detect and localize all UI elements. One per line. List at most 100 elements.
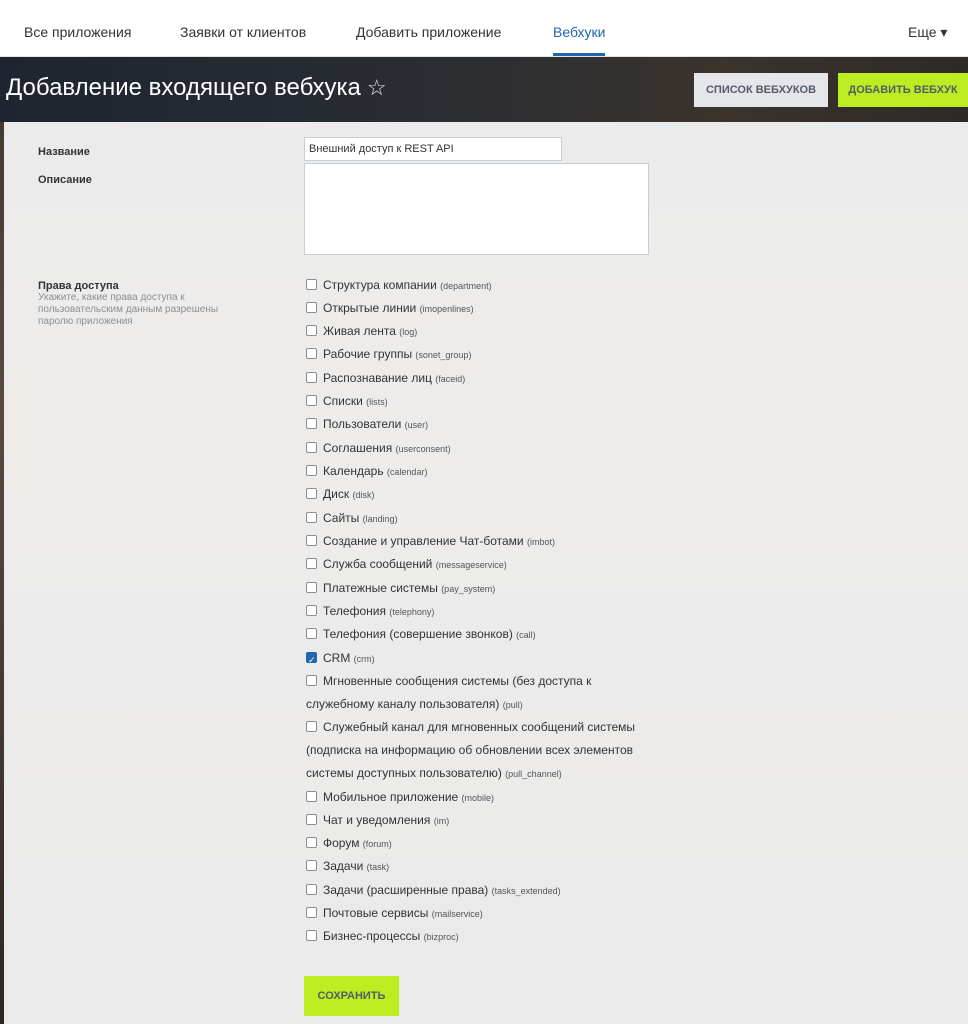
permission-label: Задачи bbox=[323, 859, 364, 873]
permission-item[interactable]: Служба сообщений (messageservice) bbox=[306, 553, 646, 577]
permission-item[interactable]: Распознавание лиц (faceid) bbox=[306, 367, 646, 391]
permission-checkbox[interactable] bbox=[306, 582, 317, 594]
permission-item[interactable]: Пользователи (user) bbox=[306, 413, 646, 437]
permission-item[interactable]: Платежные системы (pay_system) bbox=[306, 577, 646, 601]
permission-item[interactable]: Служебный канал для мгновенных сообщений… bbox=[306, 716, 646, 786]
permission-code: (call) bbox=[516, 630, 536, 640]
name-label: Название bbox=[38, 146, 90, 158]
permission-label: Календарь bbox=[323, 464, 384, 478]
permission-code: (department) bbox=[440, 281, 492, 291]
permission-checkbox[interactable] bbox=[306, 675, 317, 687]
permission-code: (sonet_group) bbox=[415, 350, 472, 360]
name-input[interactable] bbox=[304, 137, 562, 161]
permission-checkbox[interactable] bbox=[306, 418, 317, 430]
permission-checkbox[interactable] bbox=[306, 791, 317, 803]
permission-label: Бизнес-процессы bbox=[323, 929, 421, 943]
permission-label: Рабочие группы bbox=[323, 347, 413, 361]
permission-item[interactable]: Мгновенные сообщения системы (без доступ… bbox=[306, 670, 646, 717]
permission-label: Служебный канал для мгновенных сообщений… bbox=[306, 720, 635, 780]
page-header: Добавление входящего вебхука ☆ СПИСОК ВЕБ… bbox=[0, 57, 968, 122]
permission-code: (im) bbox=[433, 816, 450, 826]
permission-item[interactable]: Мобильное приложение (mobile) bbox=[306, 786, 646, 810]
permission-code: (lists) bbox=[366, 397, 388, 407]
permission-checkbox[interactable] bbox=[306, 325, 317, 337]
permission-label: Структура компании bbox=[323, 278, 437, 292]
add-webhook-button[interactable]: ДОБАВИТЬ ВЕБХУК bbox=[838, 73, 968, 107]
description-textarea[interactable] bbox=[304, 163, 649, 255]
permission-label: Телефония bbox=[323, 604, 386, 618]
permission-code: (imopenlines) bbox=[419, 304, 474, 314]
webhook-list-button[interactable]: СПИСОК ВЕБХУКОВ bbox=[694, 73, 828, 107]
permission-checkbox[interactable] bbox=[306, 930, 317, 942]
permission-label: Живая лента bbox=[323, 324, 396, 338]
permission-code: (pay_system) bbox=[441, 584, 496, 594]
permission-item[interactable]: Соглашения (userconsent) bbox=[306, 437, 646, 461]
permission-checkbox[interactable] bbox=[306, 372, 317, 384]
save-button[interactable]: СОХРАНИТЬ bbox=[304, 976, 399, 1016]
permission-checkbox[interactable] bbox=[306, 814, 317, 826]
permission-item[interactable]: Почтовые сервисы (mailservice) bbox=[306, 902, 646, 926]
permission-code: (pull_channel) bbox=[505, 769, 562, 779]
permission-item[interactable]: Рабочие группы (sonet_group) bbox=[306, 343, 646, 367]
permission-item[interactable]: CRM (crm) bbox=[306, 647, 646, 672]
permission-label: Сайты bbox=[323, 511, 360, 525]
permission-item[interactable]: Бизнес-процессы (bizproc) bbox=[306, 925, 646, 949]
permission-checkbox[interactable] bbox=[306, 535, 317, 547]
permission-label: Форум bbox=[323, 836, 360, 850]
permission-item[interactable]: Телефония (совершение звонков) (call) bbox=[306, 623, 646, 647]
permission-label: Задачи (расширенные права) bbox=[323, 883, 489, 897]
permission-checkbox[interactable] bbox=[306, 837, 317, 849]
rights-label: Права доступа bbox=[38, 280, 119, 292]
permission-checkbox[interactable] bbox=[306, 395, 317, 407]
form-panel: Название Описание Права доступа Укажите,… bbox=[4, 122, 968, 1024]
permission-checkbox[interactable] bbox=[306, 512, 317, 524]
permission-item[interactable]: Открытые линии (imopenlines) bbox=[306, 297, 646, 321]
permission-label: CRM bbox=[323, 651, 351, 665]
permission-code: (tasks_extended) bbox=[491, 886, 561, 896]
permission-item[interactable]: Структура компании (department) bbox=[306, 274, 646, 298]
permission-checkbox[interactable] bbox=[306, 558, 317, 570]
permission-item[interactable]: Чат и уведомления (im) bbox=[306, 809, 646, 833]
permission-label: Соглашения bbox=[323, 441, 393, 455]
permission-label: Чат и уведомления bbox=[323, 813, 431, 827]
permission-checkbox[interactable] bbox=[306, 721, 317, 733]
permission-label: Платежные системы bbox=[323, 581, 438, 595]
permission-checkbox[interactable] bbox=[306, 649, 317, 672]
page-title: Добавление входящего вебхука bbox=[6, 74, 361, 101]
permission-code: (forum) bbox=[362, 839, 392, 849]
permission-checkbox[interactable] bbox=[306, 860, 317, 872]
permission-checkbox[interactable] bbox=[306, 279, 317, 291]
tab-all-apps[interactable]: Все приложения bbox=[24, 0, 131, 56]
permission-item[interactable]: Создание и управление Чат-ботами (imbot) bbox=[306, 530, 646, 554]
permission-checkbox[interactable] bbox=[306, 628, 317, 640]
permission-checkbox[interactable] bbox=[306, 605, 317, 617]
description-label: Описание bbox=[38, 174, 92, 186]
permission-item[interactable]: Форум (forum) bbox=[306, 832, 646, 856]
permission-checkbox[interactable] bbox=[306, 348, 317, 360]
permission-item[interactable]: Задачи (расширенные права) (tasks_extend… bbox=[306, 879, 646, 903]
permission-checkbox[interactable] bbox=[306, 884, 317, 896]
star-icon[interactable]: ☆ bbox=[367, 75, 387, 100]
tab-client-requests[interactable]: Заявки от клиентов bbox=[180, 0, 306, 56]
permission-item[interactable]: Списки (lists) bbox=[306, 390, 646, 414]
permission-item[interactable]: Диск (disk) bbox=[306, 483, 646, 507]
permission-label: Открытые линии bbox=[323, 301, 417, 315]
permission-item[interactable]: Календарь (calendar) bbox=[306, 460, 646, 484]
permission-checkbox[interactable] bbox=[306, 302, 317, 314]
permission-checkbox[interactable] bbox=[306, 442, 317, 454]
permission-item[interactable]: Сайты (landing) bbox=[306, 507, 646, 531]
permission-item[interactable]: Задачи (task) bbox=[306, 855, 646, 879]
permission-label: Почтовые сервисы bbox=[323, 906, 429, 920]
tab-add-app[interactable]: Добавить приложение bbox=[356, 0, 501, 56]
permission-item[interactable]: Живая лента (log) bbox=[306, 320, 646, 344]
more-menu[interactable]: Еще ▾ bbox=[908, 0, 947, 56]
permission-code: (mailservice) bbox=[431, 909, 483, 919]
tab-webhooks[interactable]: Вебхуки bbox=[553, 0, 606, 56]
permission-label: Телефония (совершение звонков) bbox=[323, 627, 513, 641]
permission-checkbox[interactable] bbox=[306, 465, 317, 477]
rights-hint: Укажите, какие права доступа к пользоват… bbox=[38, 292, 219, 327]
permission-checkbox[interactable] bbox=[306, 488, 317, 500]
permission-code: (messageservice) bbox=[435, 560, 507, 570]
permission-checkbox[interactable] bbox=[306, 907, 317, 919]
permission-item[interactable]: Телефония (telephony) bbox=[306, 600, 646, 624]
